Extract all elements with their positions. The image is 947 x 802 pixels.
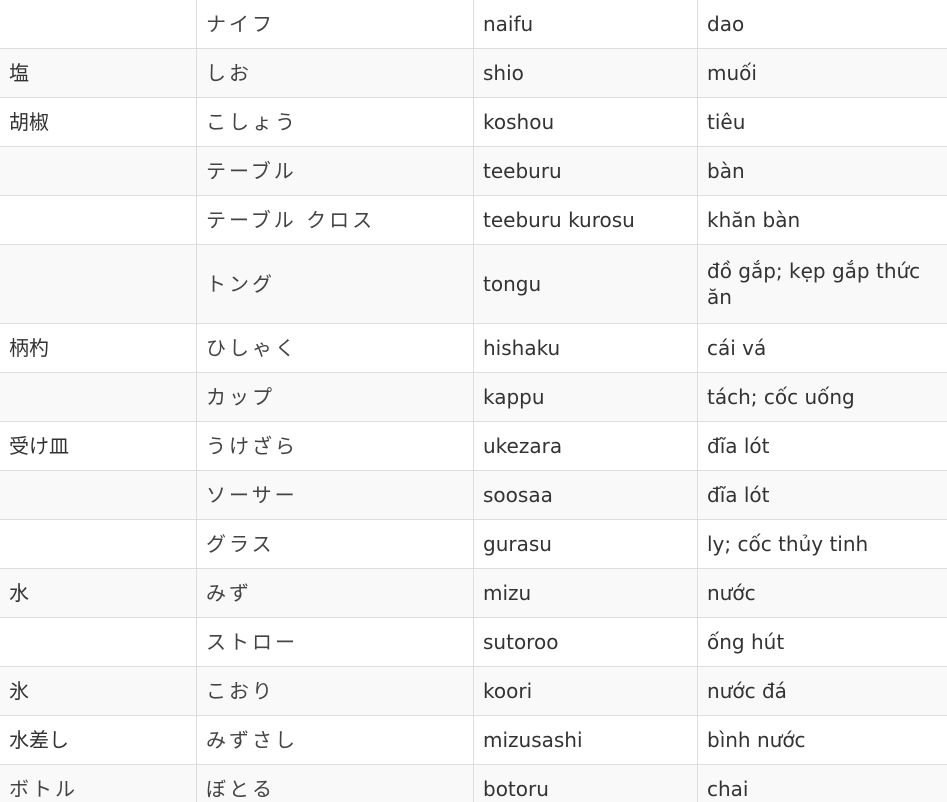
table-row: ソーサー soosaa đĩa lót — [0, 470, 947, 520]
kanji-cell: 柄杓 — [0, 323, 197, 373]
meaning-cell: bàn — [697, 146, 947, 196]
kana-cell: テーブル — [196, 146, 474, 196]
meaning-cell: đĩa lót — [697, 421, 947, 471]
table-row: テーブル teeburu bàn — [0, 146, 947, 196]
vocabulary-table: ナイフ naifu dao 塩 しお shio muối 胡椒 こしょう kos… — [0, 0, 947, 802]
table-row: ナイフ naifu dao — [0, 0, 947, 49]
kanji-cell: 水 — [0, 568, 197, 618]
meaning-cell: tiêu — [697, 97, 947, 147]
kana-cell: みず — [196, 568, 474, 618]
kanji-cell — [0, 470, 197, 520]
meaning-cell: cái vá — [697, 323, 947, 373]
kana-cell: グラス — [196, 519, 474, 569]
meaning-cell: tách; cốc uống — [697, 372, 947, 422]
kana-cell: ソーサー — [196, 470, 474, 520]
romaji-cell: ukezara — [473, 421, 698, 471]
kana-cell: みずさし — [196, 715, 474, 765]
romaji-cell: teeburu kurosu — [473, 195, 698, 245]
kanji-cell — [0, 617, 197, 667]
table-row: 柄杓 ひしゃく hishaku cái vá — [0, 323, 947, 373]
meaning-cell: ly; cốc thủy tinh — [697, 519, 947, 569]
romaji-cell: koori — [473, 666, 698, 716]
kana-cell: テーブル クロス — [196, 195, 474, 245]
romaji-cell: tongu — [473, 244, 698, 324]
romaji-cell: koshou — [473, 97, 698, 147]
kanji-cell — [0, 146, 197, 196]
kana-cell: こしょう — [196, 97, 474, 147]
kanji-cell — [0, 0, 197, 49]
kana-cell: ナイフ — [196, 0, 474, 49]
romaji-cell: shio — [473, 48, 698, 98]
kanji-cell — [0, 519, 197, 569]
table-row: グラス gurasu ly; cốc thủy tinh — [0, 519, 947, 569]
table-row: 水 みず mizu nước — [0, 568, 947, 618]
meaning-cell: khăn bàn — [697, 195, 947, 245]
kanji-cell: ボトル — [0, 764, 197, 802]
meaning-cell: đĩa lót — [697, 470, 947, 520]
meaning-cell: chai — [697, 764, 947, 802]
romaji-cell: botoru — [473, 764, 698, 802]
kana-cell: ストロー — [196, 617, 474, 667]
kanji-cell: 氷 — [0, 666, 197, 716]
romaji-cell: sutoroo — [473, 617, 698, 667]
kanji-cell — [0, 195, 197, 245]
kanji-cell: 胡椒 — [0, 97, 197, 147]
romaji-cell: gurasu — [473, 519, 698, 569]
meaning-cell: nước đá — [697, 666, 947, 716]
kana-cell: ひしゃく — [196, 323, 474, 373]
kana-cell: カップ — [196, 372, 474, 422]
romaji-cell: soosaa — [473, 470, 698, 520]
kana-cell: うけざら — [196, 421, 474, 471]
romaji-cell: naifu — [473, 0, 698, 49]
kana-cell: しお — [196, 48, 474, 98]
table-row: カップ kappu tách; cốc uống — [0, 372, 947, 422]
table-row: 胡椒 こしょう koshou tiêu — [0, 97, 947, 147]
romaji-cell: mizu — [473, 568, 698, 618]
kanji-cell — [0, 372, 197, 422]
meaning-cell: nước — [697, 568, 947, 618]
table-row: 塩 しお shio muối — [0, 48, 947, 98]
table-row: トング tongu đồ gắp; kẹp gắp thức ăn — [0, 244, 947, 324]
romaji-cell: mizusashi — [473, 715, 698, 765]
table-row: 氷 こおり koori nước đá — [0, 666, 947, 716]
meaning-cell: muối — [697, 48, 947, 98]
romaji-cell: hishaku — [473, 323, 698, 373]
meaning-cell: ống hút — [697, 617, 947, 667]
kana-cell: トング — [196, 244, 474, 324]
table-row: ストロー sutoroo ống hút — [0, 617, 947, 667]
table-row: 受け皿 うけざら ukezara đĩa lót — [0, 421, 947, 471]
table-row: テーブル クロス teeburu kurosu khăn bàn — [0, 195, 947, 245]
kanji-cell: 受け皿 — [0, 421, 197, 471]
kanji-cell: 塩 — [0, 48, 197, 98]
table-row: 水差し みずさし mizusashi bình nước — [0, 715, 947, 765]
romaji-cell: teeburu — [473, 146, 698, 196]
kanji-cell: 水差し — [0, 715, 197, 765]
meaning-cell: bình nước — [697, 715, 947, 765]
romaji-cell: kappu — [473, 372, 698, 422]
meaning-cell: dao — [697, 0, 947, 49]
table-row: ボトル ぼとる botoru chai — [0, 764, 947, 802]
kanji-cell — [0, 244, 197, 324]
meaning-cell: đồ gắp; kẹp gắp thức ăn — [697, 244, 947, 324]
kana-cell: ぼとる — [196, 764, 474, 802]
kana-cell: こおり — [196, 666, 474, 716]
